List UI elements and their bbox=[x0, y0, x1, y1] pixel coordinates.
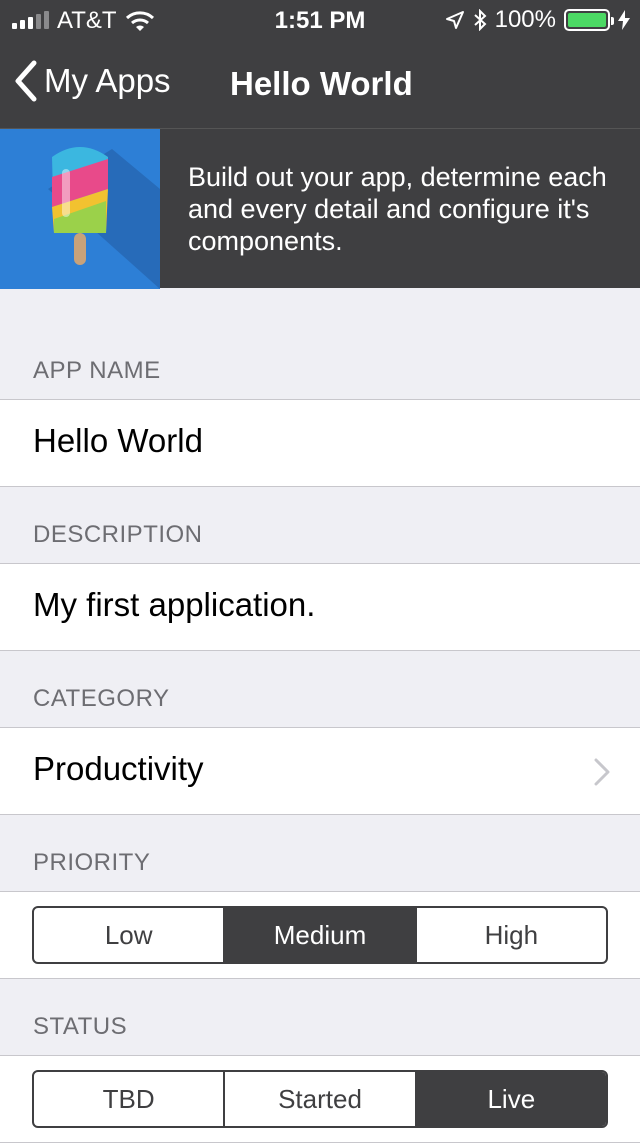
top-bar: AT&T 1:51 PM 100% My Apps Hello World bbox=[0, 0, 640, 128]
category-label: CATEGORY bbox=[33, 685, 170, 712]
priority-row: Low Medium High bbox=[0, 891, 640, 979]
priority-low-segment[interactable]: Low bbox=[34, 908, 223, 962]
status-tbd-segment[interactable]: TBD bbox=[34, 1072, 223, 1126]
status-row: TBD Started Live bbox=[0, 1055, 640, 1143]
category-row[interactable]: Productivity bbox=[0, 727, 640, 815]
popsicle-icon bbox=[48, 147, 160, 289]
status-started-segment[interactable]: Started bbox=[223, 1072, 414, 1126]
description-field[interactable]: My first application. bbox=[0, 563, 640, 651]
back-button[interactable]: My Apps bbox=[14, 60, 171, 102]
description-label: DESCRIPTION bbox=[33, 521, 203, 548]
navigation-bar: My Apps Hello World bbox=[0, 40, 640, 128]
back-label: My Apps bbox=[44, 62, 171, 99]
status-label: STATUS bbox=[33, 1013, 128, 1040]
status-bar: AT&T 1:51 PM 100% bbox=[0, 0, 640, 40]
priority-medium-segment[interactable]: Medium bbox=[223, 908, 415, 962]
app-name-value: Hello World bbox=[33, 422, 203, 459]
chevron-left-icon bbox=[15, 60, 37, 102]
bluetooth-icon bbox=[473, 9, 487, 31]
app-name-label: APP NAME bbox=[33, 357, 161, 384]
priority-label: PRIORITY bbox=[33, 849, 151, 876]
category-value: Productivity bbox=[33, 750, 204, 787]
description-value: My first application. bbox=[33, 586, 316, 623]
location-arrow-icon bbox=[445, 11, 464, 29]
chevron-right-icon bbox=[594, 758, 610, 786]
info-banner: Build out your app, determine each and e… bbox=[0, 128, 640, 289]
priority-segmented-control[interactable]: Low Medium High bbox=[32, 906, 608, 964]
status-right: 100% bbox=[445, 6, 630, 34]
page-title: Hello World bbox=[230, 65, 413, 102]
battery-icon bbox=[564, 9, 614, 31]
priority-high-segment[interactable]: High bbox=[414, 908, 606, 962]
app-name-field[interactable]: Hello World bbox=[0, 399, 640, 487]
status-segmented-control[interactable]: TBD Started Live bbox=[32, 1070, 608, 1128]
battery-percent: 100% bbox=[494, 6, 556, 33]
banner-art bbox=[0, 129, 160, 289]
banner-description: Build out your app, determine each and e… bbox=[188, 162, 607, 256]
charging-bolt-icon bbox=[618, 10, 630, 30]
status-live-segment[interactable]: Live bbox=[414, 1072, 606, 1126]
